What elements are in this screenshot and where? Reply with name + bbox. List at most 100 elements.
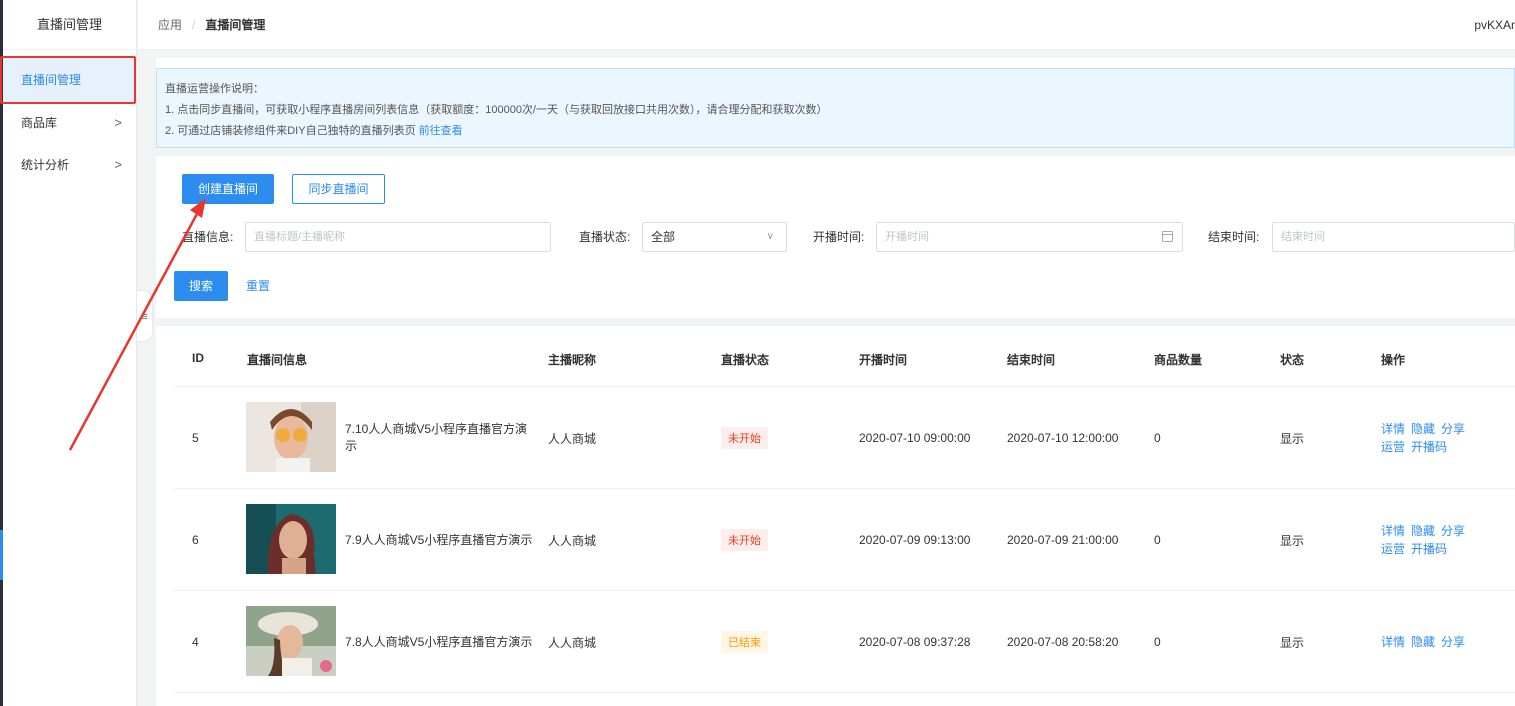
operate-link[interactable]: 运营 [1381, 542, 1405, 556]
live-title-cell: 7.9人人商城V5小程序直播官方演示 [345, 489, 545, 591]
goods-count: 0 [1154, 635, 1161, 649]
sync-live-room-button[interactable]: 同步直播间 [292, 174, 385, 204]
row-id: 4 [192, 635, 199, 649]
breadcrumb-separator: / [192, 18, 196, 32]
live-info-label: 直播信息: [182, 230, 234, 244]
sidebar-item-label: 统计分析 [21, 158, 70, 172]
start-time: 2020-07-10 09:00:00 [859, 431, 971, 445]
hide-link[interactable]: 隐藏 [1411, 422, 1435, 436]
user-name[interactable]: pvKXAr [1474, 0, 1515, 50]
anchor-name: 人人商城 [548, 533, 597, 548]
breadcrumb: 应用 / 直播间管理 [158, 0, 265, 50]
breadcrumb-app[interactable]: 应用 [158, 18, 182, 32]
live-status-value: 全部 [651, 230, 676, 244]
anchor-name: 人人商城 [548, 431, 597, 446]
sidebar-title: 直播间管理 [3, 0, 136, 50]
section-gap [156, 318, 1515, 326]
operate-link[interactable]: 运营 [1381, 440, 1405, 454]
live-title: 7.10人人商城V5小程序直播官方演示 [345, 422, 528, 453]
sidebar-item-statistics[interactable]: 统计分析 > [3, 144, 136, 186]
share-link[interactable]: 分享 [1441, 524, 1465, 538]
notice-line-2: 2. 可通过店铺装修组件来DIY自己独特的直播列表页 前往查看 [165, 121, 1506, 142]
column-header-live-status: 直播状态 [721, 353, 770, 367]
display-state: 显示 [1280, 431, 1305, 446]
table-row: 6 7.9人人商城V5小程序直播官方演示 人人商城 未开始 2020-07-09… [174, 489, 1515, 591]
start-time: 2020-07-08 09:37:28 [859, 635, 971, 649]
notice-box: 直播运营操作说明： 1. 点击同步直播间，可获取小程序直播房间列表信息（获取额度… [156, 68, 1515, 148]
row-actions: 详情 隐藏 分享 运营 开播码 [1381, 489, 1471, 591]
live-title-cell: 7.8人人商城V5小程序直播官方演示 [345, 591, 545, 693]
start-time-input[interactable] [876, 222, 1183, 252]
column-header-goods: 商品数量 [1154, 353, 1203, 367]
end-time: 2020-07-09 21:00:00 [1007, 533, 1119, 547]
sidebar-item-goods-library[interactable]: 商品库 > [3, 102, 136, 144]
start-time-wrap [876, 58, 1183, 252]
start-time: 2020-07-09 09:13:00 [859, 533, 971, 547]
live-cover-image [246, 402, 336, 472]
chevron-down-icon: ∨ [766, 231, 774, 242]
display-state: 显示 [1280, 635, 1305, 650]
detail-link[interactable]: 详情 [1381, 524, 1405, 538]
column-header-id: ID [192, 351, 204, 365]
chevron-right-icon: > [114, 115, 122, 130]
live-cover-image [246, 504, 336, 574]
sidebar-item-live-room[interactable]: 直播间管理 [3, 58, 136, 102]
table-row: 5 7.10人人商城V5小程序直播官方演示 人人商城 未开始 2020-07-1… [174, 387, 1515, 489]
row-id: 6 [192, 533, 199, 547]
end-time-label: 结束时间: [1208, 230, 1260, 244]
notice-line-2-text: 2. 可通过店铺装修组件来DIY自己独特的直播列表页 [165, 125, 416, 137]
live-status-cell: 已结束 [721, 591, 768, 693]
live-status-cell: 未开始 [721, 489, 768, 591]
detail-link[interactable]: 详情 [1381, 635, 1405, 649]
table-row: 4 7.8人人商城V5小程序直播官方演示 人人商城 已结束 2020-07-08… [174, 591, 1515, 693]
live-status-select[interactable]: 全部 ∨ [642, 222, 787, 252]
share-link[interactable]: 分享 [1441, 635, 1465, 649]
live-title: 7.8人人商城V5小程序直播官方演示 [345, 634, 533, 649]
hide-link[interactable]: 隐藏 [1411, 635, 1435, 649]
goods-count: 0 [1154, 533, 1161, 547]
chevron-right-icon: > [114, 157, 122, 172]
anchor-name: 人人商城 [548, 635, 597, 650]
end-time: 2020-07-10 12:00:00 [1007, 431, 1119, 445]
notice-line-1: 1. 点击同步直播间，可获取小程序直播房间列表信息（获取额度：100000次/一… [165, 104, 828, 116]
live-status-label: 直播状态: [579, 230, 631, 244]
status-badge: 未开始 [721, 427, 768, 449]
collapse-sidebar-handle[interactable]: ≡ [137, 290, 153, 342]
start-code-link[interactable]: 开播码 [1411, 542, 1447, 556]
hide-link[interactable]: 隐藏 [1411, 524, 1435, 538]
menu-icon: ≡ [141, 311, 148, 323]
live-title: 7.9人人商城V5小程序直播官方演示 [345, 532, 533, 547]
column-header-info: 直播间信息 [247, 353, 308, 367]
end-time: 2020-07-08 20:58:20 [1007, 635, 1119, 649]
topbar: 应用 / 直播间管理 pvKXAr [138, 0, 1515, 50]
start-time-label: 开播时间: [813, 230, 865, 244]
status-badge: 未开始 [721, 529, 768, 551]
main-content: 直播运营操作说明： 1. 点击同步直播间，可获取小程序直播房间列表信息（获取额度… [156, 58, 1515, 706]
row-id: 5 [192, 431, 199, 445]
column-header-end: 结束时间 [1007, 353, 1056, 367]
create-live-room-button[interactable]: 创建直播间 [182, 174, 274, 204]
live-info-input[interactable] [245, 222, 551, 252]
detail-link[interactable]: 详情 [1381, 422, 1405, 436]
goods-count: 0 [1154, 431, 1161, 445]
notice-view-link[interactable]: 前往查看 [419, 125, 463, 137]
live-cover-image [246, 606, 336, 676]
reset-link[interactable]: 重置 [246, 271, 270, 301]
live-title-cell: 7.10人人商城V5小程序直播官方演示 [345, 387, 545, 489]
sidebar-item-label: 直播间管理 [21, 73, 82, 87]
sidebar: 直播间管理 直播间管理 商品库 > 统计分析 > [3, 0, 137, 706]
breadcrumb-current: 直播间管理 [205, 18, 266, 32]
row-actions: 详情 隐藏 分享 运营 开播码 [1381, 387, 1471, 489]
share-link[interactable]: 分享 [1441, 422, 1465, 436]
notice-title: 直播运营操作说明： [165, 83, 264, 95]
status-badge: 已结束 [721, 631, 768, 653]
row-actions: 详情 隐藏 分享 [1381, 591, 1471, 693]
search-button[interactable]: 搜索 [174, 271, 228, 301]
live-status-cell: 未开始 [721, 387, 768, 489]
section-gap [156, 148, 1515, 156]
end-time-input[interactable] [1272, 222, 1515, 252]
start-code-link[interactable]: 开播码 [1411, 440, 1447, 454]
display-state: 显示 [1280, 533, 1305, 548]
column-header-start: 开播时间 [859, 353, 908, 367]
sidebar-item-label: 商品库 [21, 116, 58, 130]
